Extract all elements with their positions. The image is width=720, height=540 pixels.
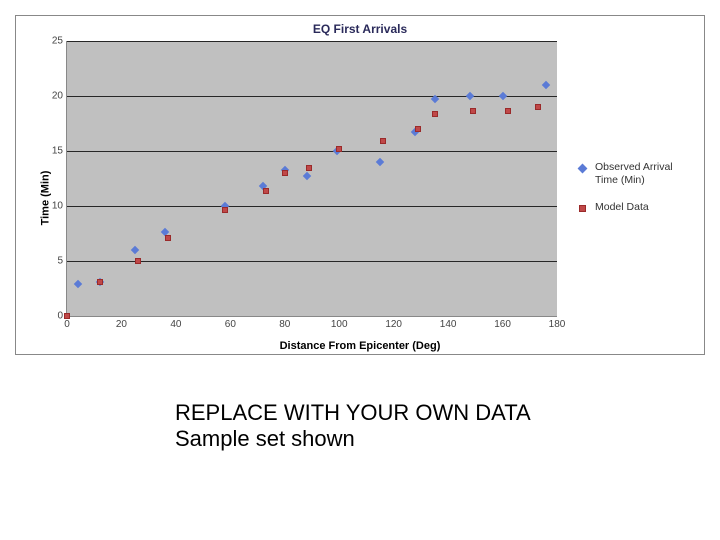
x-tick-label: 80 <box>279 316 290 330</box>
y-axis-label: Time (Min) <box>39 170 51 225</box>
legend-item-observed: Observed Arrival Time (Min) <box>579 161 694 187</box>
chart-title: EQ First Arrivals <box>16 16 704 40</box>
chart-body: Time (Min) Distance From Epicenter (Deg)… <box>16 41 704 354</box>
data-point <box>535 104 541 110</box>
data-point <box>377 159 383 165</box>
gridline <box>67 96 557 97</box>
gridline <box>67 151 557 152</box>
x-tick-label: 180 <box>549 316 566 330</box>
data-point <box>304 173 310 179</box>
data-point <box>500 93 506 99</box>
data-point <box>222 207 228 213</box>
square-icon <box>579 203 587 211</box>
x-tick-label: 160 <box>494 316 511 330</box>
gridline <box>67 41 557 42</box>
data-point <box>165 235 171 241</box>
x-tick-label: 60 <box>225 316 236 330</box>
caption-line1: REPLACE WITH YOUR OWN DATA <box>175 400 625 426</box>
data-point <box>380 138 386 144</box>
data-point <box>97 279 103 285</box>
y-tick-label: 20 <box>33 91 67 102</box>
data-point <box>543 82 549 88</box>
data-point <box>336 146 342 152</box>
plot-area: 0510152025020406080100120140160180 <box>66 41 557 317</box>
plot-wrap: 0510152025020406080100120140160180 <box>66 41 556 316</box>
legend: Observed Arrival Time (Min) Model Data <box>579 161 694 228</box>
y-tick-label: 25 <box>33 36 67 47</box>
data-point <box>64 313 70 319</box>
data-point <box>467 93 473 99</box>
chart-container: EQ First Arrivals Time (Min) Distance Fr… <box>15 15 705 355</box>
y-tick-label: 5 <box>33 256 67 267</box>
data-point <box>75 281 81 287</box>
x-tick-label: 40 <box>170 316 181 330</box>
y-tick-label: 10 <box>33 201 67 212</box>
legend-label: Model Data <box>595 201 649 214</box>
data-point <box>135 258 141 264</box>
x-tick-label: 20 <box>116 316 127 330</box>
data-point <box>263 188 269 194</box>
y-tick-label: 0 <box>33 311 67 322</box>
caption: REPLACE WITH YOUR OWN DATA Sample set sh… <box>175 400 625 453</box>
legend-item-model: Model Data <box>579 201 694 214</box>
diamond-icon <box>579 163 587 171</box>
caption-line2: Sample set shown <box>175 426 625 452</box>
data-point <box>282 170 288 176</box>
data-point <box>432 111 438 117</box>
legend-label: Observed Arrival Time (Min) <box>595 161 694 187</box>
data-point <box>415 126 421 132</box>
y-tick-label: 15 <box>33 146 67 157</box>
data-point <box>306 165 312 171</box>
x-axis-label: Distance From Epicenter (Deg) <box>280 340 441 352</box>
data-point <box>505 108 511 114</box>
gridline <box>67 206 557 207</box>
x-tick-label: 120 <box>385 316 402 330</box>
x-tick-label: 140 <box>440 316 457 330</box>
data-point <box>132 247 138 253</box>
data-point <box>470 108 476 114</box>
data-point <box>432 96 438 102</box>
x-tick-label: 100 <box>331 316 348 330</box>
